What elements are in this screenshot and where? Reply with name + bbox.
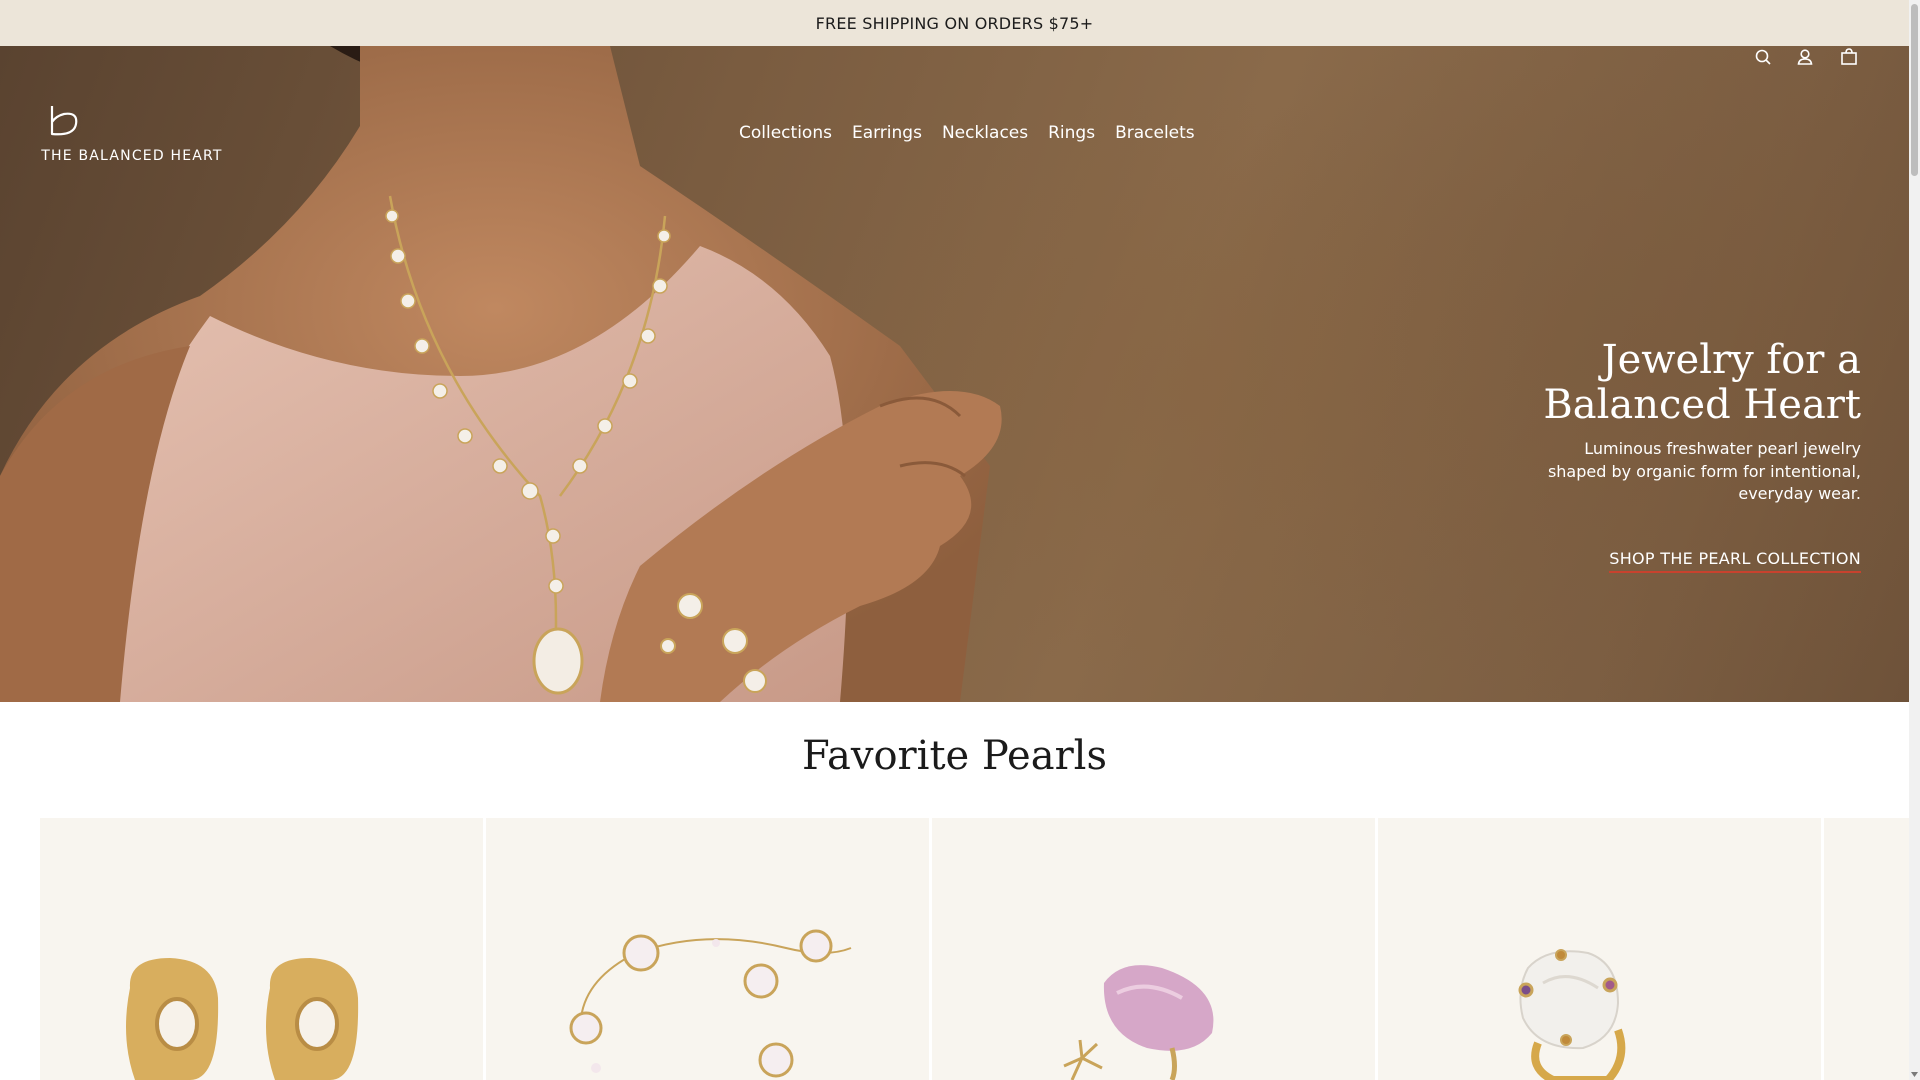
- announcement-text: FREE SHIPPING ON ORDERS $75+: [815, 13, 1094, 33]
- product-card-2[interactable]: [486, 818, 929, 1080]
- pearl-stud-earrings-image: [126, 958, 359, 1080]
- hero-banner: THE BALANCED HEART Collections Earrings …: [0, 46, 1909, 702]
- product-card-3[interactable]: [932, 818, 1375, 1080]
- pearl-chain-bracelet-image: [569, 929, 852, 1078]
- scrollbar[interactable]: [1909, 0, 1920, 1080]
- hero-subtitle-line-3: everyday wear.: [1738, 484, 1861, 503]
- product-card-5-partial[interactable]: [1824, 818, 1909, 1080]
- scroll-down-arrow-icon[interactable]: [1911, 1070, 1918, 1078]
- baroque-pearl-gold-ring-image: [1518, 949, 1626, 1080]
- account-icon[interactable]: [1794, 46, 1816, 68]
- hero-subtitle-line-1: Luminous freshwater pearl jewelry: [1584, 439, 1861, 458]
- search-icon[interactable]: [1752, 46, 1774, 68]
- nav-necklaces[interactable]: Necklaces: [942, 123, 1028, 145]
- nav-collections[interactable]: Collections: [739, 123, 832, 145]
- main-nav: Collections Earrings Necklaces Rings Bra…: [739, 123, 1195, 145]
- cart-icon[interactable]: [1838, 46, 1860, 68]
- section-title: Favorite Pearls: [801, 733, 1108, 779]
- nav-rings[interactable]: Rings: [1048, 123, 1095, 145]
- nav-earrings[interactable]: Earrings: [852, 123, 922, 145]
- product-card-1[interactable]: [40, 818, 483, 1080]
- nav-bracelets[interactable]: Bracelets: [1115, 123, 1195, 145]
- heart-logo-icon: [50, 106, 78, 136]
- logo-text: THE BALANCED HEART: [41, 148, 223, 164]
- scrollbar-thumb[interactable]: [1911, 4, 1918, 176]
- hero-title-line-2: Balanced Heart: [1543, 382, 1861, 428]
- hero-subtitle-line-2: shaped by organic form for intentional,: [1547, 461, 1861, 481]
- hero-title-line-1: Jewelry for a: [1601, 337, 1861, 383]
- shop-pearl-collection-link[interactable]: SHOP THE PEARL COLLECTION: [1609, 549, 1861, 573]
- product-card-4[interactable]: [1378, 818, 1821, 1080]
- pink-pearl-flower-ring-image: [1063, 965, 1214, 1080]
- hero-subtitle: Luminous freshwater pearl jewelry shaped…: [1521, 438, 1861, 506]
- hero-title: Jewelry for a Balanced Heart: [1441, 338, 1861, 428]
- announcement-bar: FREE SHIPPING ON ORDERS $75+: [0, 0, 1909, 46]
- logo[interactable]: THE BALANCED HEART: [40, 104, 224, 168]
